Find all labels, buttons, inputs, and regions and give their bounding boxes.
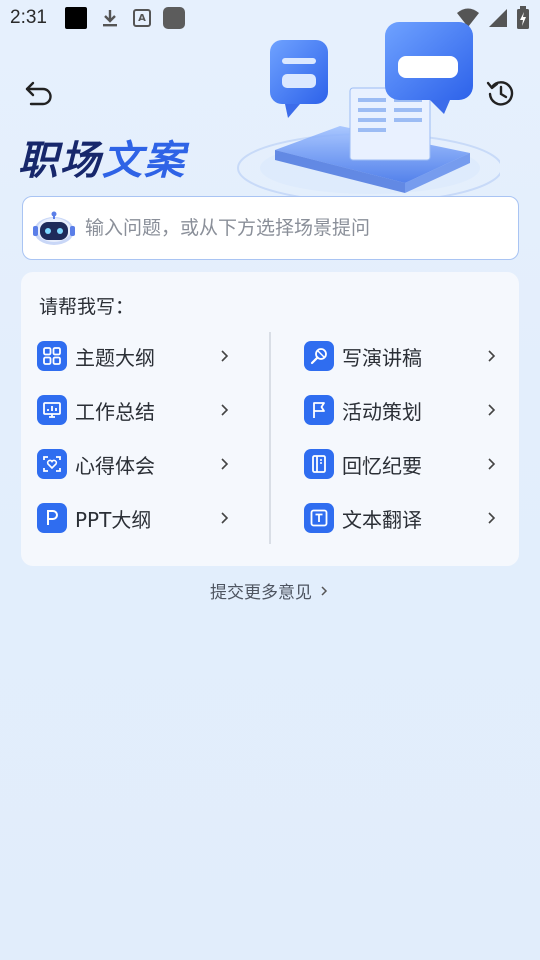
option-translation[interactable]: 文本翻译 [304,499,504,537]
history-button[interactable] [484,76,518,110]
text-icon [304,503,334,533]
grid-icon [37,341,67,371]
option-label: PPT大纲 [75,507,152,532]
option-label: 主题大纲 [75,345,155,370]
chevron-right-icon [221,458,229,470]
option-label: 回忆纪要 [342,453,422,478]
chevron-right-icon [488,350,496,362]
column-divider [269,332,271,544]
chevron-right-icon [488,458,496,470]
card-title: 请帮我写： [39,296,135,318]
feedback-label: 提交更多意见 [210,583,312,603]
download-icon [99,7,121,29]
search-input[interactable] [85,217,485,239]
robot-avatar-icon [33,211,75,245]
history-icon [486,81,514,106]
option-label: 文本翻译 [342,507,422,532]
heart-scan-icon [37,449,67,479]
option-reflections[interactable]: 心得体会 [37,445,237,483]
option-label: 活动策划 [342,399,422,424]
option-event-planning[interactable]: 活动策划 [304,391,504,429]
back-button[interactable] [22,76,56,110]
notification-black-icon [64,7,87,29]
feedback-link[interactable]: 提交更多意见 [0,578,540,603]
option-label: 心得体会 [75,453,155,478]
ppt-icon [37,503,67,533]
option-ppt-outline[interactable]: PPT大纲 [37,499,237,537]
writing-options-card: 请帮我写： 主题大纲 工作总结 心得体会 PPT大纲 写演讲稿 活动策划 回忆纪… [21,272,519,566]
app-icon [162,7,185,29]
hero-illustration [237,22,500,203]
option-label: 工作总结 [75,399,155,424]
chevron-right-icon [488,404,496,416]
chevron-right-icon [488,512,496,524]
option-label: 写演讲稿 [342,345,422,370]
chevron-right-icon [221,350,229,362]
chevron-right-icon [221,512,229,524]
option-meeting-minutes[interactable]: 回忆纪要 [304,445,504,483]
flag-icon [304,395,334,425]
notebook-icon [304,449,334,479]
battery-icon [517,6,529,29]
option-topic-outline[interactable]: 主题大纲 [37,337,237,375]
option-speech[interactable]: 写演讲稿 [304,337,504,375]
status-time: 2:31 [10,7,47,28]
chevron-right-icon [321,585,328,596]
page-title: 职场文案 [18,128,186,186]
microphone-icon [304,341,334,371]
a-icon: A [132,9,151,27]
chevron-right-icon [221,404,229,416]
back-arrow-icon [25,81,52,106]
option-work-summary[interactable]: 工作总结 [37,391,237,429]
search-box[interactable] [22,196,519,260]
page-title-part1: 职场 [18,138,102,184]
presentation-icon [37,395,67,425]
page-title-part2: 文案 [102,138,186,184]
